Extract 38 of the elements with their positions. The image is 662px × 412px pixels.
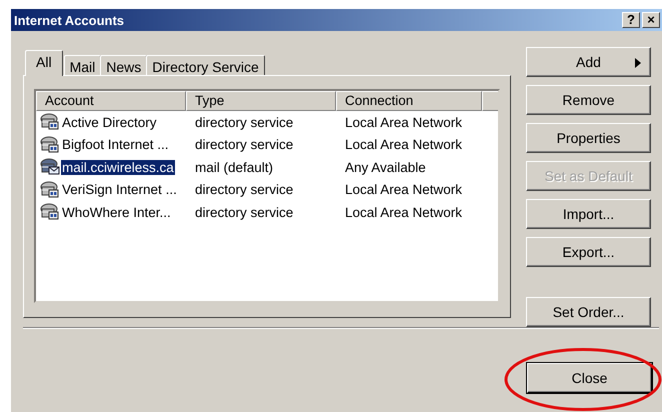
account-name[interactable]: VeriSign Internet ...: [61, 182, 178, 198]
dialog-button[interactable]: Export...: [526, 237, 651, 267]
server-icon: [40, 113, 60, 132]
dialog-button[interactable]: Add: [526, 47, 651, 77]
close-button[interactable]: ×: [642, 12, 660, 28]
table-cell-text: Local Area Network: [344, 182, 464, 198]
column-header[interactable]: Type: [186, 91, 336, 111]
tab[interactable]: News: [100, 55, 148, 75]
tab[interactable]: All: [25, 50, 63, 76]
server-icon: [40, 203, 60, 222]
column-header[interactable]: Connection: [336, 91, 482, 111]
close-button[interactable]: Close: [527, 363, 652, 393]
table-cell-text: Local Area Network: [344, 114, 464, 130]
server-icon: [40, 180, 60, 199]
table-cell-text: Local Area Network: [344, 137, 464, 152]
account-name[interactable]: WhoWhere Inter...: [61, 204, 172, 220]
column-header[interactable]: Account: [36, 91, 186, 111]
mail-server-icon: [40, 158, 60, 176]
table-cell-text: directory service: [194, 204, 294, 220]
table-cell-text: directory service: [194, 137, 294, 152]
table-cell-text: mail (default): [194, 160, 274, 175]
arrow-icon: [635, 58, 641, 68]
window-title: Internet Accounts: [14, 12, 126, 28]
dialog-button[interactable]: Set Order...: [526, 297, 651, 327]
account-name[interactable]: Active Directory: [61, 114, 158, 130]
help-button[interactable]: ?: [622, 12, 640, 28]
server-icon: [40, 136, 60, 154]
table-cell-text: directory service: [194, 114, 294, 130]
table-cell-text: Local Area Network: [344, 204, 464, 220]
account-name[interactable]: Bigfoot Internet ...: [61, 137, 170, 152]
table-cell-text: directory service: [194, 182, 294, 198]
tab[interactable]: Mail: [64, 55, 102, 75]
dialog-button[interactable]: Properties: [526, 123, 651, 153]
table-cell-text: Any Available: [344, 160, 427, 175]
tab[interactable]: Directory Service: [146, 55, 265, 75]
account-name[interactable]: mail.cciwireless.ca: [61, 160, 175, 175]
dialog-button[interactable]: Remove: [526, 85, 651, 115]
dialog-button[interactable]: Import...: [526, 199, 651, 229]
